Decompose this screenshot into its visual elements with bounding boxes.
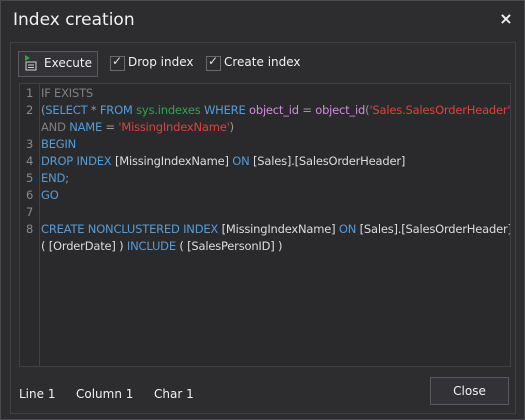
code-line: DROP INDEX [MissingIndexName] ON [Sales]… bbox=[41, 154, 406, 168]
index-creation-dialog: Index creation × Execute Drop index Crea… bbox=[0, 0, 525, 420]
line-number: 5 bbox=[26, 171, 34, 185]
status-line: Line 1 bbox=[19, 387, 56, 401]
execute-button[interactable]: Execute bbox=[18, 51, 98, 77]
toolbar: Execute Drop index Create index bbox=[18, 51, 515, 77]
code-line: GO bbox=[41, 188, 59, 202]
checkbox-checked-icon bbox=[206, 54, 221, 71]
create-index-label: Create index bbox=[224, 55, 301, 69]
code-line: CREATE NONCLUSTERED INDEX [MissingIndexN… bbox=[41, 222, 511, 236]
sql-editor[interactable]: 1 2 3 4 5 6 7 8 IF EXISTS (SELECT * FROM… bbox=[19, 83, 511, 367]
code-line: (SELECT * FROM sys.indexes WHERE object_… bbox=[41, 103, 511, 117]
code-line: AND NAME = 'MissingIndexName') bbox=[41, 120, 234, 134]
line-number: 7 bbox=[26, 205, 34, 219]
line-number: 4 bbox=[26, 154, 34, 168]
status-column: Column 1 bbox=[76, 387, 134, 401]
dialog-title: Index creation bbox=[13, 10, 135, 30]
line-number: 6 bbox=[26, 188, 34, 202]
execute-icon bbox=[25, 55, 37, 71]
code-line: ( [OrderDate] ) INCLUDE ( [SalesPersonID… bbox=[41, 239, 283, 253]
close-button[interactable]: Close bbox=[430, 377, 509, 405]
close-icon[interactable]: × bbox=[496, 9, 516, 29]
line-number: 2 bbox=[26, 103, 34, 117]
code-line: BEGIN bbox=[41, 137, 77, 151]
code-line: IF EXISTS bbox=[41, 86, 94, 100]
title-bar: Index creation × bbox=[1, 1, 524, 41]
line-number-gutter: 1 2 3 4 5 6 7 8 bbox=[20, 84, 40, 366]
status-char: Char 1 bbox=[154, 387, 194, 401]
line-number: 8 bbox=[26, 222, 34, 236]
execute-label: Execute bbox=[44, 56, 92, 70]
checkbox-checked-icon bbox=[110, 54, 125, 71]
content-panel: Execute Drop index Create index 1 2 3 4 … bbox=[10, 42, 516, 414]
line-number: 3 bbox=[26, 137, 34, 151]
code-line: END; bbox=[41, 171, 69, 185]
drop-index-label: Drop index bbox=[128, 55, 194, 69]
line-number: 1 bbox=[26, 86, 34, 100]
